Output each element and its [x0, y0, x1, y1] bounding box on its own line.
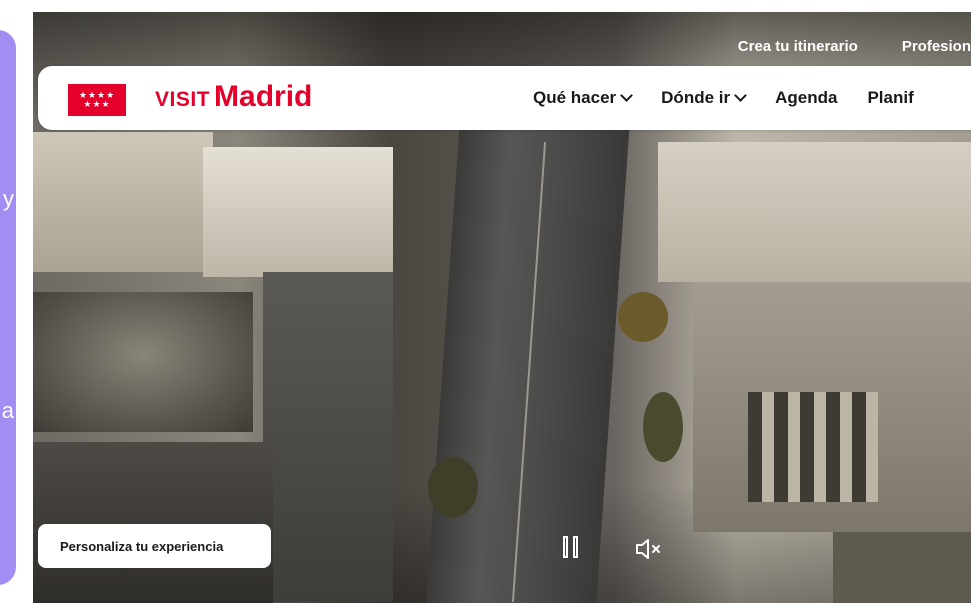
chevron-down-icon: [734, 89, 747, 102]
menu-item-planifica[interactable]: Planif: [867, 88, 913, 108]
chevron-down-icon: [620, 89, 634, 102]
tree: [428, 457, 478, 517]
personalize-experience-button[interactable]: Personaliza tu experiencia: [38, 524, 271, 568]
menu-item-donde-ir[interactable]: Dónde ir: [661, 88, 747, 108]
madrid-flag-logo[interactable]: ★★★★ ★★★: [68, 84, 126, 116]
pause-icon[interactable]: [563, 536, 583, 560]
main-nav-bar: ★★★★ ★★★ VISIT Madrid Qué hacer Dónde ir…: [38, 66, 971, 130]
pause-bar: [563, 536, 568, 558]
main-menu: Qué hacer Dónde ir Agenda Planif: [533, 88, 914, 108]
menu-item-agenda[interactable]: Agenda: [775, 88, 837, 108]
tree: [618, 292, 668, 342]
menu-item-label: Qué hacer: [533, 88, 617, 107]
side-panel-text-fragment: a: [1, 398, 14, 423]
building-columns: [748, 392, 878, 502]
city-building: [203, 147, 393, 277]
create-itinerary-link[interactable]: Crea tu itinerario: [738, 38, 858, 55]
city-building: [658, 142, 971, 282]
menu-item-label: Agenda: [775, 88, 838, 107]
side-panel: y a: [0, 30, 16, 585]
speaker-muted-svg: [636, 539, 660, 559]
menu-item-que-hacer[interactable]: Qué hacer: [533, 88, 634, 108]
flag-stars-row: ★★★: [83, 99, 111, 109]
city-building: [833, 532, 971, 603]
menu-item-label: Planif: [867, 88, 914, 107]
city-building: [33, 132, 213, 272]
city-building: [263, 272, 393, 602]
city-building: [33, 442, 273, 603]
visit-madrid-logo[interactable]: VISIT Madrid: [155, 80, 312, 116]
logo-visit-text: VISIT: [155, 88, 211, 111]
utility-nav: Crea tu itinerario Profesion: [738, 38, 971, 55]
side-panel-text-fragment: y: [3, 186, 14, 211]
pause-bar: [573, 536, 578, 558]
menu-item-label: Dónde ir: [661, 88, 731, 107]
market-roof: [33, 292, 253, 432]
speaker-muted-icon[interactable]: [635, 538, 665, 560]
tree: [643, 392, 683, 462]
professionals-link[interactable]: Profesion: [902, 38, 971, 55]
logo-madrid-text: Madrid: [214, 80, 313, 113]
